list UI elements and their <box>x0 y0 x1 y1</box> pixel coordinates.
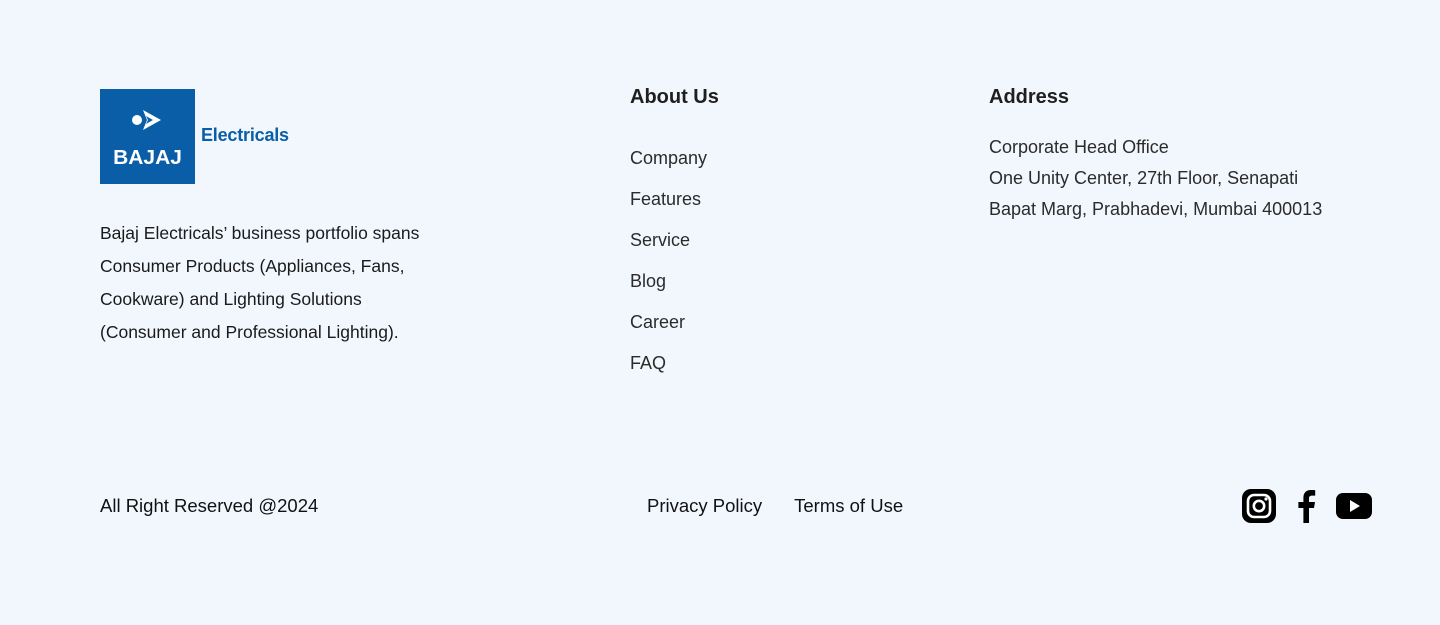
address-heading: Address <box>989 86 1070 108</box>
logo-mark-icon <box>132 110 161 130</box>
legal-links: Privacy Policy Terms of Use <box>647 495 903 517</box>
brand-description-line: Consumer Products (Appliances, Fans, <box>100 256 405 276</box>
instagram-icon[interactable] <box>1242 489 1276 523</box>
address-column: Address Corporate Head Office One Unity … <box>989 84 1322 225</box>
privacy-policy-link[interactable]: Privacy Policy <box>647 495 762 517</box>
site-footer: BAJAJ Electricals Bajaj Electricals’ bus… <box>0 0 1440 625</box>
about-column: About Us Company Features Service Blog C… <box>630 84 719 384</box>
terms-of-use-link[interactable]: Terms of Use <box>794 495 903 517</box>
about-link-company[interactable]: Company <box>630 138 719 179</box>
bajaj-electricals-logo[interactable]: BAJAJ Electricals <box>100 89 470 184</box>
address-text: Corporate Head Office One Unity Center, … <box>989 132 1322 225</box>
address-line: One Unity Center, 27th Floor, Senapati <box>989 168 1299 188</box>
social-links <box>1242 489 1372 523</box>
logo-box: BAJAJ <box>100 89 195 184</box>
logo-subtitle: Electricals <box>201 125 289 145</box>
facebook-icon[interactable] <box>1296 489 1316 523</box>
address-line: Bapat Marg, Prabhadevi, Mumbai 400013 <box>989 199 1323 219</box>
copyright-text: All Right Reserved @2024 <box>100 495 319 516</box>
about-links: Company Features Service Blog Career FAQ <box>630 138 719 384</box>
brand-description-line: Bajaj Electricals’ business portfolio sp… <box>100 223 420 243</box>
brand-section: BAJAJ Electricals Bajaj Electricals’ bus… <box>100 89 470 349</box>
footer-bottom-bar: All Right Reserved @2024 Privacy Policy … <box>0 489 1440 523</box>
brand-description-line: Cookware) and Lighting Solutions <box>100 289 362 309</box>
about-link-career[interactable]: Career <box>630 302 719 343</box>
address-line: Corporate Head Office <box>989 137 1169 157</box>
logo-wordmark: BAJAJ <box>113 147 182 169</box>
about-link-features[interactable]: Features <box>630 179 719 220</box>
about-heading: About Us <box>630 86 719 108</box>
brand-description-line: (Consumer and Professional Lighting). <box>100 322 399 342</box>
about-link-blog[interactable]: Blog <box>630 261 719 302</box>
youtube-icon[interactable] <box>1336 493 1372 519</box>
brand-description: Bajaj Electricals’ business portfolio sp… <box>100 217 470 349</box>
about-link-service[interactable]: Service <box>630 220 719 261</box>
about-link-faq[interactable]: FAQ <box>630 343 719 384</box>
